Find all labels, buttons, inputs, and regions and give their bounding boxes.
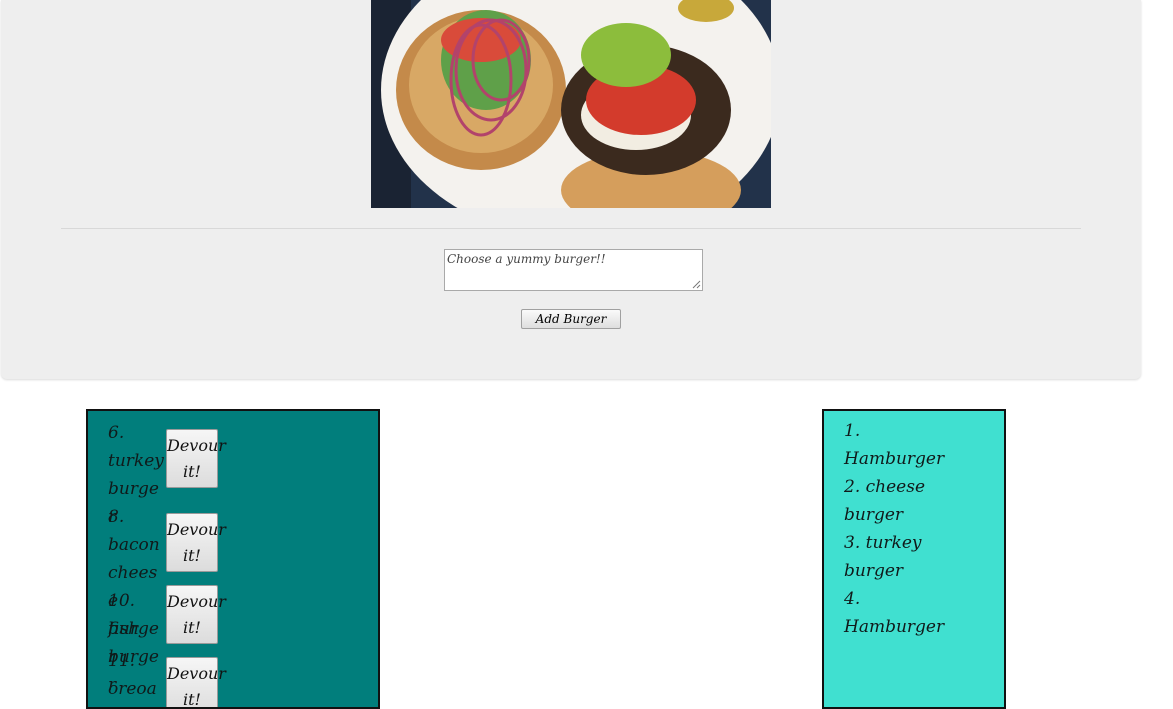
devour-label-line2: it! [183, 617, 201, 637]
list-item: 4. Hamburger [844, 589, 945, 637]
burger-name-input[interactable] [444, 249, 703, 291]
burger-hero-image [371, 0, 771, 208]
devour-label-line1: Devour [167, 591, 226, 611]
devour-label-line2: it! [183, 545, 201, 565]
devour-label-line1: Devour [167, 519, 226, 539]
devour-button[interactable]: Devour it! [166, 585, 226, 644]
devoured-burgers-panel: 1. Hamburger 2. cheese burger 3. turkey … [822, 409, 1006, 709]
header-jumbotron: Add Burger [1, 0, 1141, 379]
list-item: 3. turkey burger [844, 533, 922, 581]
burger-photo [371, 0, 771, 208]
devour-label-line2: it! [183, 689, 201, 709]
list-item: 2. cheese burger [844, 477, 925, 525]
list-item: 1. Hamburger [844, 421, 945, 469]
devour-label-line1: Devour [167, 435, 226, 455]
devour-button[interactable]: Devour it! [166, 429, 226, 488]
divider [61, 228, 1081, 229]
add-burger-button[interactable]: Add Burger [521, 309, 621, 329]
devoured-list: 1. Hamburger 2. cheese burger 3. turkey … [844, 417, 944, 641]
burger-name: 11. oreoao [108, 651, 157, 699]
uneaten-burgers-panel: 6. turkey burger Devour it! 8. bacon che… [86, 409, 380, 709]
devour-label-line1: Devour [167, 663, 226, 683]
devour-label-line2: it! [183, 461, 201, 481]
resize-grip-icon[interactable] [692, 280, 701, 289]
devour-button[interactable]: Devour it! [166, 513, 226, 572]
devour-button[interactable]: Devour it! [166, 657, 226, 709]
